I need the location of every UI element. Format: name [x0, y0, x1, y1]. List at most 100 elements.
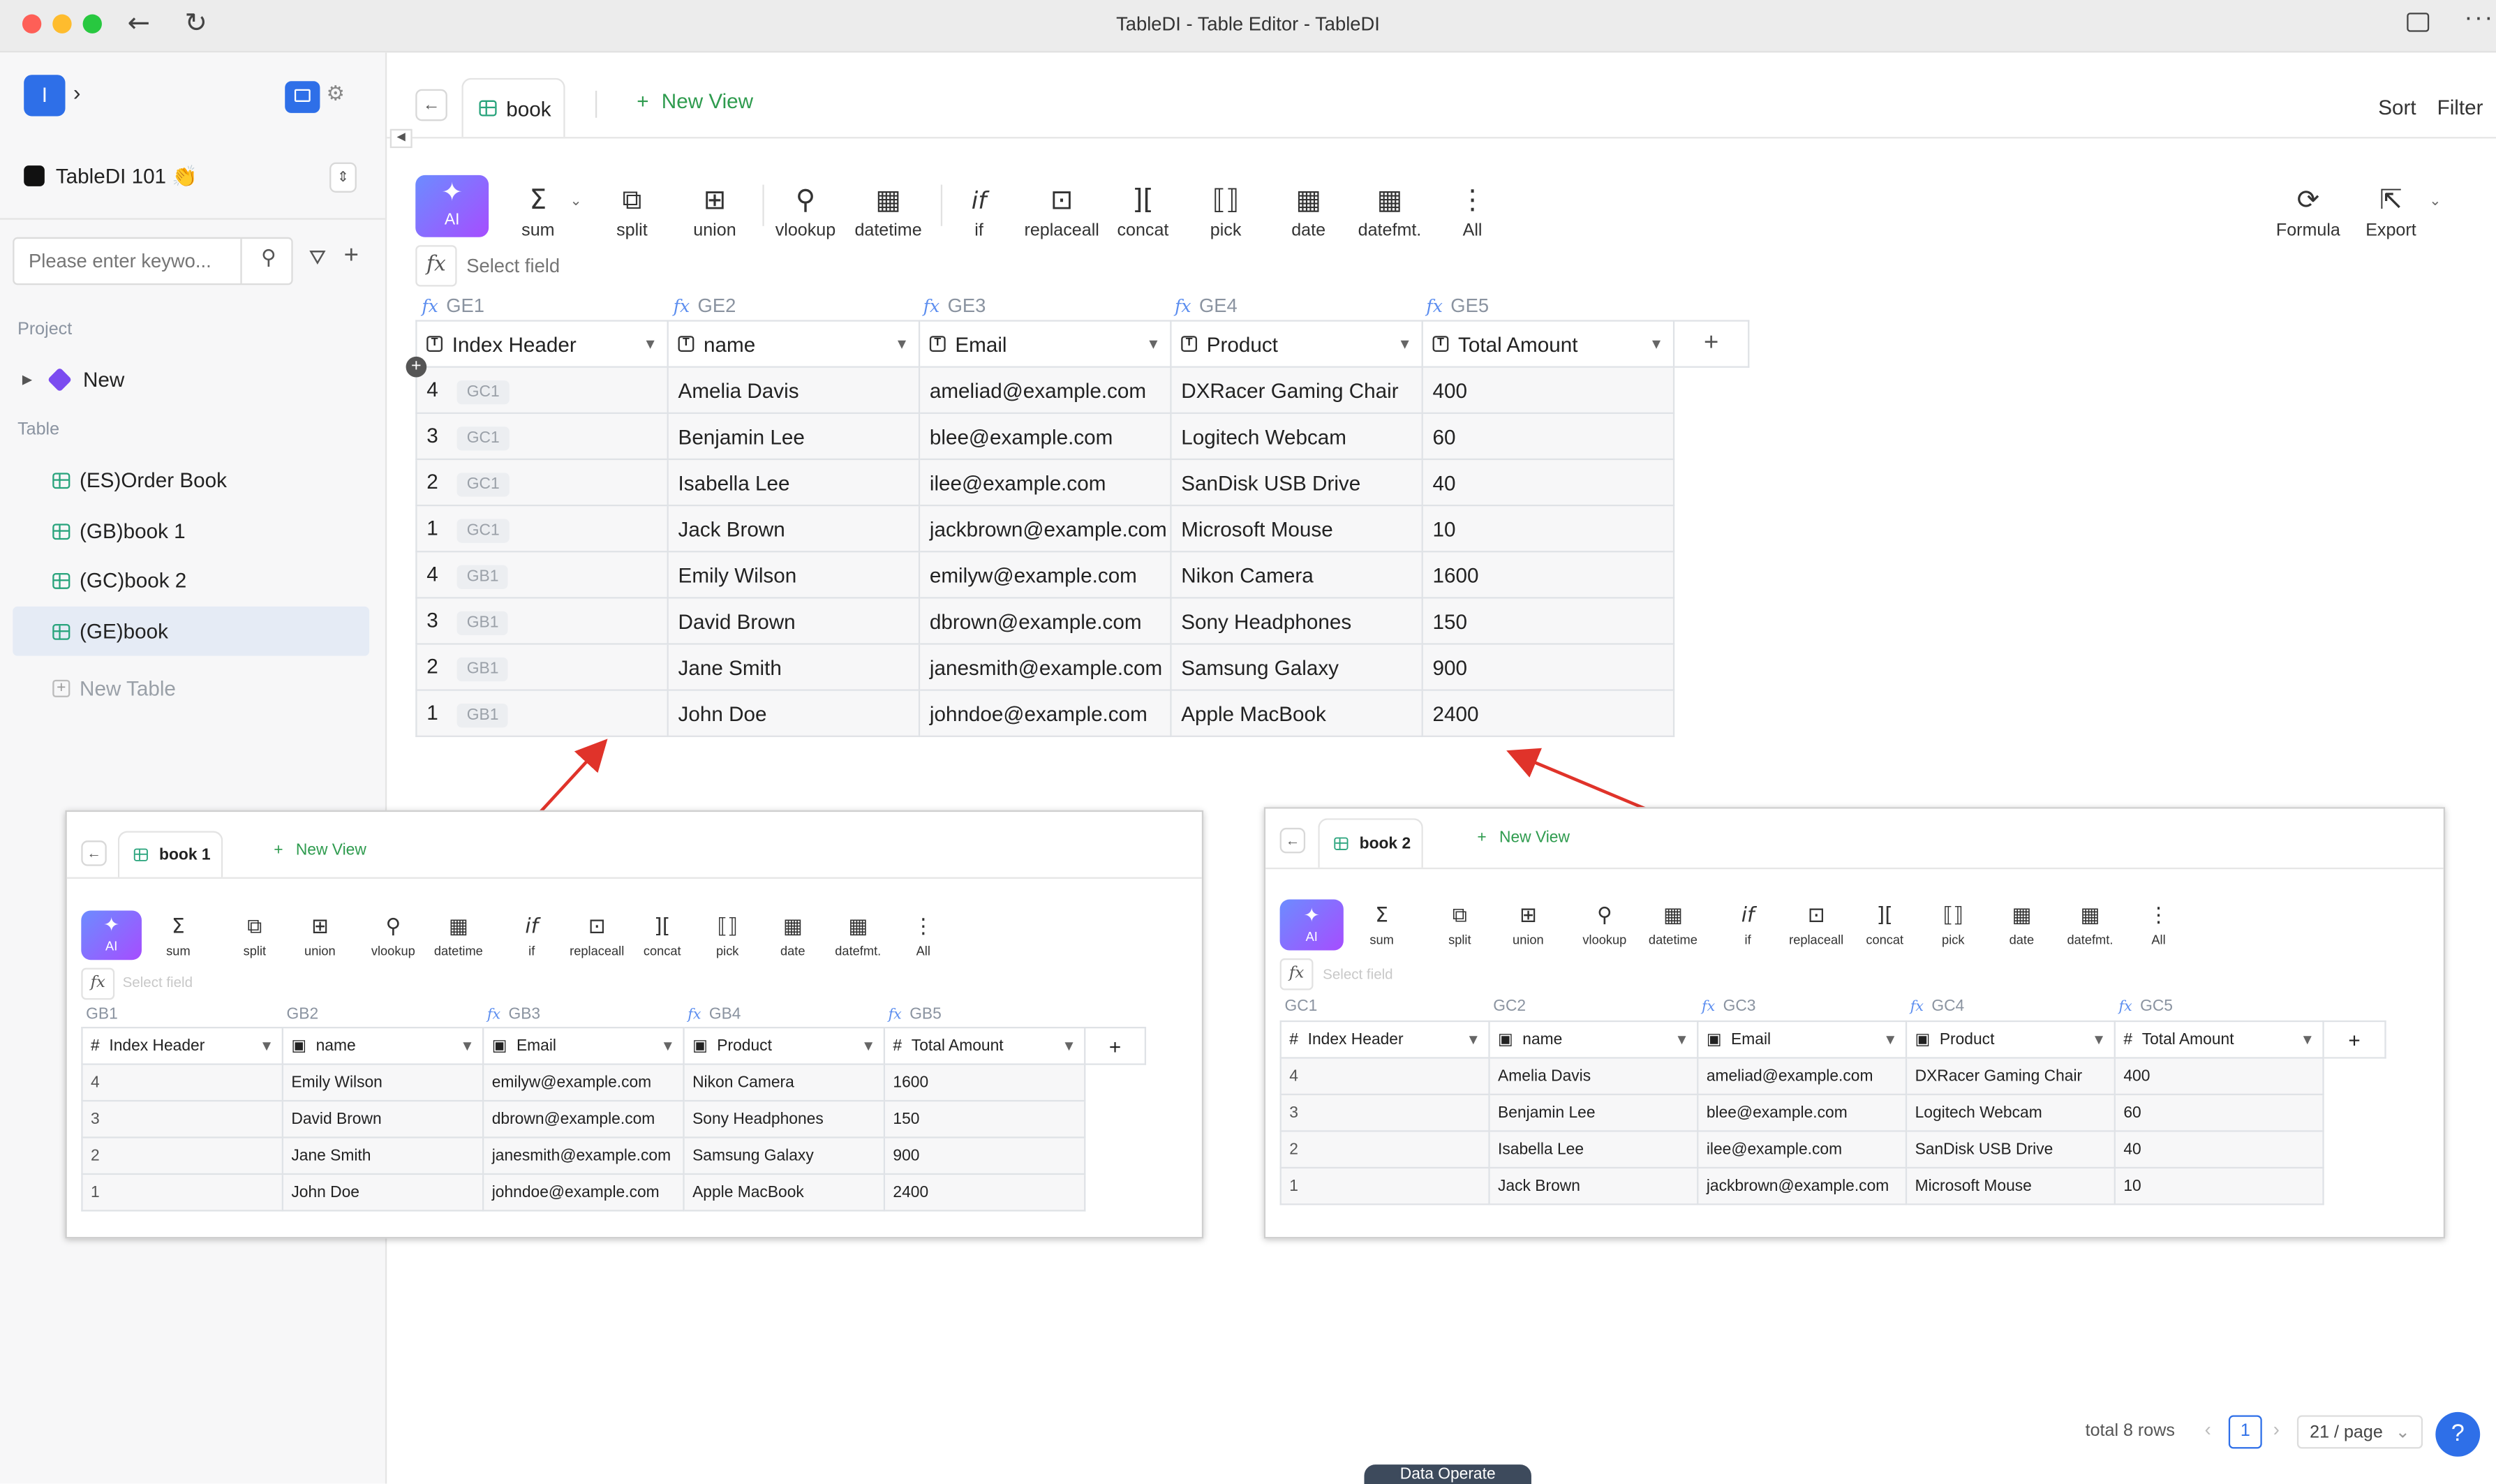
- union-button[interactable]: ⊞ union: [674, 180, 757, 241]
- next-page-icon[interactable]: ›: [2273, 1418, 2280, 1441]
- cast-icon[interactable]: [2407, 13, 2430, 32]
- index-cell[interactable]: 1 GC1: [415, 504, 669, 553]
- union-button[interactable]: ⊞ union: [287, 912, 354, 958]
- index-cell[interactable]: 4 GC1: [415, 366, 669, 414]
- date-button[interactable]: ▦ date: [1988, 901, 2055, 947]
- email-cell[interactable]: emilyw@example.com: [482, 1063, 685, 1102]
- email-cell[interactable]: ameliad@example.com: [1697, 1057, 1908, 1096]
- formula-button[interactable]: ⟳ Formula: [2267, 180, 2350, 241]
- if-button[interactable]: if if: [498, 912, 565, 958]
- index-cell[interactable]: 2: [81, 1136, 283, 1175]
- table-row[interactable]: 2 Jane Smith janesmith@example.com Samsung …: [81, 1136, 1145, 1175]
- add-column-button[interactable]: +: [1084, 1026, 1147, 1065]
- product-cell[interactable]: SanDisk USB Drive: [1905, 1130, 2116, 1168]
- table-row[interactable]: 1 John Doe johndoe@example.com Apple MacBoo…: [81, 1173, 1145, 1212]
- page-size-select[interactable]: 21 / page ⌄: [2296, 1415, 2423, 1449]
- replaceall-button[interactable]: ⊡ replaceall: [1020, 180, 1104, 241]
- replaceall-button[interactable]: ⊡ replaceall: [563, 912, 630, 958]
- caret-down-icon[interactable]: ▼: [2301, 1032, 2315, 1048]
- fx-icon[interactable]: fx: [81, 967, 115, 1000]
- email-cell[interactable]: jackbrown@example.com: [1697, 1166, 1908, 1205]
- column-header-index[interactable]: # Index Header ▼: [1279, 1020, 1490, 1059]
- name-cell[interactable]: Jane Smith: [667, 643, 921, 691]
- caret-down-icon[interactable]: ▼: [1466, 1032, 1480, 1048]
- table-row[interactable]: 2 Isabella Lee ilee@example.com SanDisk USB…: [1279, 1130, 2386, 1168]
- all-button[interactable]: ⋮ All: [890, 912, 957, 958]
- table-row[interactable]: 1 GB1 John Doe johndoe@example.com Apple Mac…: [415, 689, 1748, 737]
- more-icon[interactable]: ···: [2464, 5, 2494, 34]
- product-cell[interactable]: Sony Headphones: [683, 1099, 886, 1138]
- sidebar-item-book[interactable]: (GE)book: [52, 619, 168, 643]
- amount-cell[interactable]: 10: [1421, 504, 1675, 553]
- chevron-down-icon[interactable]: ⌄: [2429, 193, 2441, 210]
- product-cell[interactable]: Samsung Galaxy: [683, 1136, 886, 1175]
- workspace-avatar[interactable]: I: [24, 75, 66, 117]
- export-button[interactable]: ⇱ Export: [2349, 180, 2432, 241]
- workspace-switch-button[interactable]: ⇕: [329, 162, 357, 193]
- email-cell[interactable]: emilyw@example.com: [918, 551, 1172, 599]
- index-cell[interactable]: 3: [1279, 1093, 1490, 1132]
- column-header-total-amount[interactable]: # Total Amount ▼: [883, 1026, 1086, 1065]
- add-row-icon[interactable]: +: [406, 356, 427, 378]
- sum-button[interactable]: Σsum: [497, 180, 580, 241]
- new-view-button[interactable]: + New View: [637, 89, 753, 113]
- table-row[interactable]: 4 GC1 Amelia Davis ameliad@example.com DXRac…: [415, 366, 1748, 414]
- ai-button[interactable]: ✦ AI: [81, 910, 142, 960]
- filter-icon[interactable]: ⛛: [309, 245, 326, 270]
- amount-cell[interactable]: 2400: [1421, 689, 1675, 737]
- product-cell[interactable]: DXRacer Gaming Chair: [1170, 366, 1423, 414]
- ai-button[interactable]: ✦ AI: [415, 175, 489, 237]
- concat-button[interactable]: ][concat: [629, 912, 696, 958]
- email-cell[interactable]: dbrown@example.com: [482, 1099, 685, 1138]
- email-cell[interactable]: johndoe@example.com: [918, 689, 1172, 737]
- name-cell[interactable]: Isabella Lee: [1488, 1130, 1699, 1168]
- email-cell[interactable]: ilee@example.com: [918, 458, 1172, 507]
- caret-down-icon[interactable]: ▼: [1062, 1038, 1076, 1054]
- fx-icon[interactable]: fx: [415, 245, 457, 287]
- amount-cell[interactable]: 60: [2114, 1093, 2324, 1132]
- product-cell[interactable]: Microsoft Mouse: [1170, 504, 1423, 553]
- email-cell[interactable]: dbrown@example.com: [918, 597, 1172, 645]
- tab-book-2[interactable]: book 2: [1318, 818, 1423, 868]
- name-cell[interactable]: Emily Wilson: [667, 551, 921, 599]
- split-button[interactable]: ⧉ split: [221, 912, 288, 958]
- new-table-button[interactable]: + New Table: [52, 676, 176, 700]
- vlookup-button[interactable]: ⚲ vlookup: [1571, 901, 1638, 947]
- select-field-input[interactable]: [466, 248, 944, 283]
- product-cell[interactable]: DXRacer Gaming Chair: [1905, 1057, 2116, 1096]
- pick-button[interactable]: ⟦⟧ pick: [1919, 901, 1986, 947]
- union-button[interactable]: ⊞ union: [1494, 901, 1561, 947]
- back-button[interactable]: ←: [81, 840, 107, 866]
- amount-cell[interactable]: 150: [883, 1099, 1086, 1138]
- product-cell[interactable]: Apple MacBook: [1170, 689, 1423, 737]
- collapse-back-button[interactable]: ←: [415, 89, 447, 121]
- date-button[interactable]: ▦ date: [759, 912, 826, 958]
- caret-down-icon[interactable]: ▼: [460, 1038, 474, 1054]
- sidebar-item-order-book[interactable]: (ES)Order Book: [52, 468, 227, 492]
- select-field-placeholder[interactable]: Select field: [1323, 966, 1392, 982]
- help-button[interactable]: ?: [2435, 1411, 2481, 1457]
- name-cell[interactable]: Jack Brown: [667, 504, 921, 553]
- table-row[interactable]: 3 Benjamin Lee blee@example.com Logitech We…: [1279, 1093, 2386, 1132]
- email-cell[interactable]: ameliad@example.com: [918, 366, 1172, 414]
- collapse-sidebar-icon[interactable]: ◀: [389, 128, 413, 149]
- sum-button[interactable]: Σsum: [1349, 901, 1416, 947]
- product-cell[interactable]: Logitech Webcam: [1905, 1093, 2116, 1132]
- table-row[interactable]: 3 GC1 Benjamin Lee blee@example.com Logitech…: [415, 412, 1748, 461]
- column-header-email[interactable]: ▣ Email ▼: [482, 1026, 685, 1065]
- name-cell[interactable]: David Brown: [667, 597, 921, 645]
- product-cell[interactable]: SanDisk USB Drive: [1170, 458, 1423, 507]
- caret-right-icon[interactable]: ▶: [22, 373, 32, 387]
- table-row[interactable]: 1 GC1 Jack Brown jackbrown@example.com Micro…: [415, 504, 1748, 553]
- amount-cell[interactable]: 1600: [883, 1063, 1086, 1102]
- sum-button[interactable]: Σsum: [145, 912, 212, 958]
- amount-cell[interactable]: 900: [883, 1136, 1086, 1175]
- concat-button[interactable]: ][concat: [1851, 901, 1918, 947]
- split-button[interactable]: ⧉ split: [1426, 901, 1493, 947]
- caret-down-icon[interactable]: ▼: [661, 1038, 675, 1054]
- caret-down-icon[interactable]: ▼: [895, 336, 909, 352]
- name-cell[interactable]: Benjamin Lee: [1488, 1093, 1699, 1132]
- chevron-right-icon[interactable]: ›: [73, 80, 81, 105]
- email-cell[interactable]: janesmith@example.com: [482, 1136, 685, 1175]
- index-cell[interactable]: 2 GC1: [415, 458, 669, 507]
